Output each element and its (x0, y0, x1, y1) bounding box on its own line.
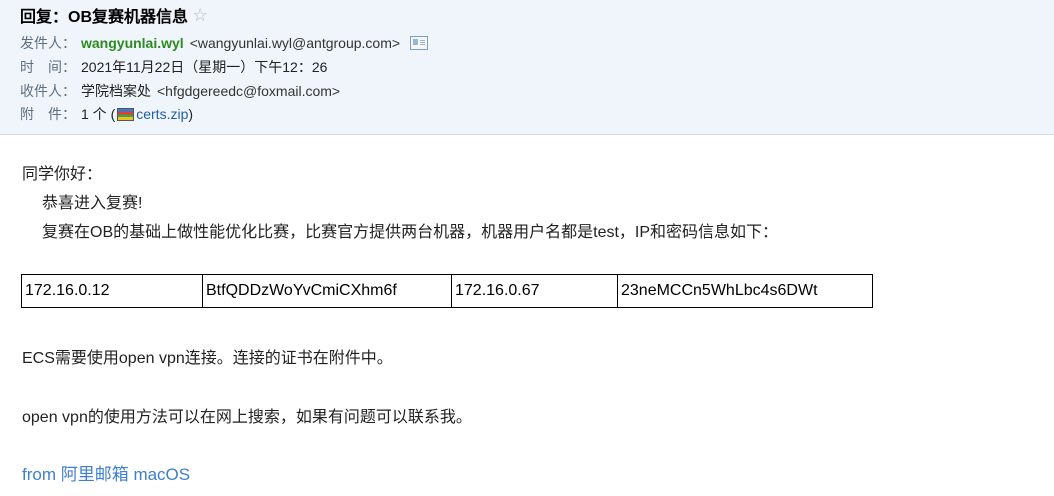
congrats-line: 恭喜进入复赛! (42, 195, 143, 212)
star-icon[interactable]: ☆ (192, 6, 208, 24)
to-row: 收件人： 学院档案处 <hfgdgereedc@foxmail.com> (20, 81, 340, 101)
attachment-count: 1 个 ( (81, 106, 116, 122)
time-value: 2021年11月22日（星期一）下午12：26 (81, 59, 328, 75)
greeting: 同学你好： (22, 166, 103, 183)
time-row: 时 间： 2021年11月22日（星期一）下午12：26 (20, 57, 327, 77)
attachment-row: 附 件： 1 个 ( certs.zip ) (20, 104, 193, 124)
sender-address: <wangyunlai.wyl@antgroup.com> (189, 35, 401, 51)
attachment-close: ) (188, 106, 194, 122)
contact-card-icon[interactable] (410, 36, 429, 50)
subject-text: 回复：OB复赛机器信息 (20, 9, 189, 26)
info-line: 复赛在OB的基础上做性能优化比赛，比赛官方提供两台机器，机器用户名都是test，… (42, 224, 779, 241)
time-label: 时 间： (20, 59, 76, 75)
ip-cell-1: 172.16.0.12 (21, 274, 203, 308)
recipient-name[interactable]: 学院档案处 (81, 81, 151, 101)
recipient-address: <hfgdgereedc@foxmail.com> (157, 83, 341, 99)
password-cell-2: 23neMCCn5WhLbc4s6DWt (617, 274, 873, 308)
help-paragraph: open vpn的使用方法可以在网上搜索，如果有问题可以联系我。 (22, 409, 472, 426)
attachment-label: 附 件： (20, 106, 76, 122)
credentials-table: 172.16.0.12 BtfQDDzWoYvCmiCXhm6f 172.16.… (21, 274, 873, 308)
attachment-link[interactable]: certs.zip (136, 106, 188, 122)
to-label: 收件人： (20, 83, 76, 99)
zip-file-icon (117, 107, 135, 121)
from-row: 发件人： wangyunlai.wyl <wangyunlai.wyl@antg… (20, 33, 429, 53)
vpn-paragraph: ECS需要使用open vpn连接。连接的证书在附件中。 (22, 350, 393, 367)
ip-cell-2: 172.16.0.67 (451, 274, 618, 308)
email-header: 回复：OB复赛机器信息 ☆ 发件人： wangyunlai.wyl <wangy… (0, 0, 1054, 135)
table-row: 172.16.0.12 BtfQDDzWoYvCmiCXhm6f 172.16.… (21, 274, 873, 308)
password-cell-1: BtfQDDzWoYvCmiCXhm6f (202, 274, 452, 308)
from-label: 发件人： (20, 35, 76, 51)
email-subject: 回复：OB复赛机器信息 ☆ (20, 5, 208, 26)
sender-name[interactable]: wangyunlai.wyl (81, 35, 184, 51)
signature-link[interactable]: from 阿里邮箱 macOS (22, 460, 190, 485)
